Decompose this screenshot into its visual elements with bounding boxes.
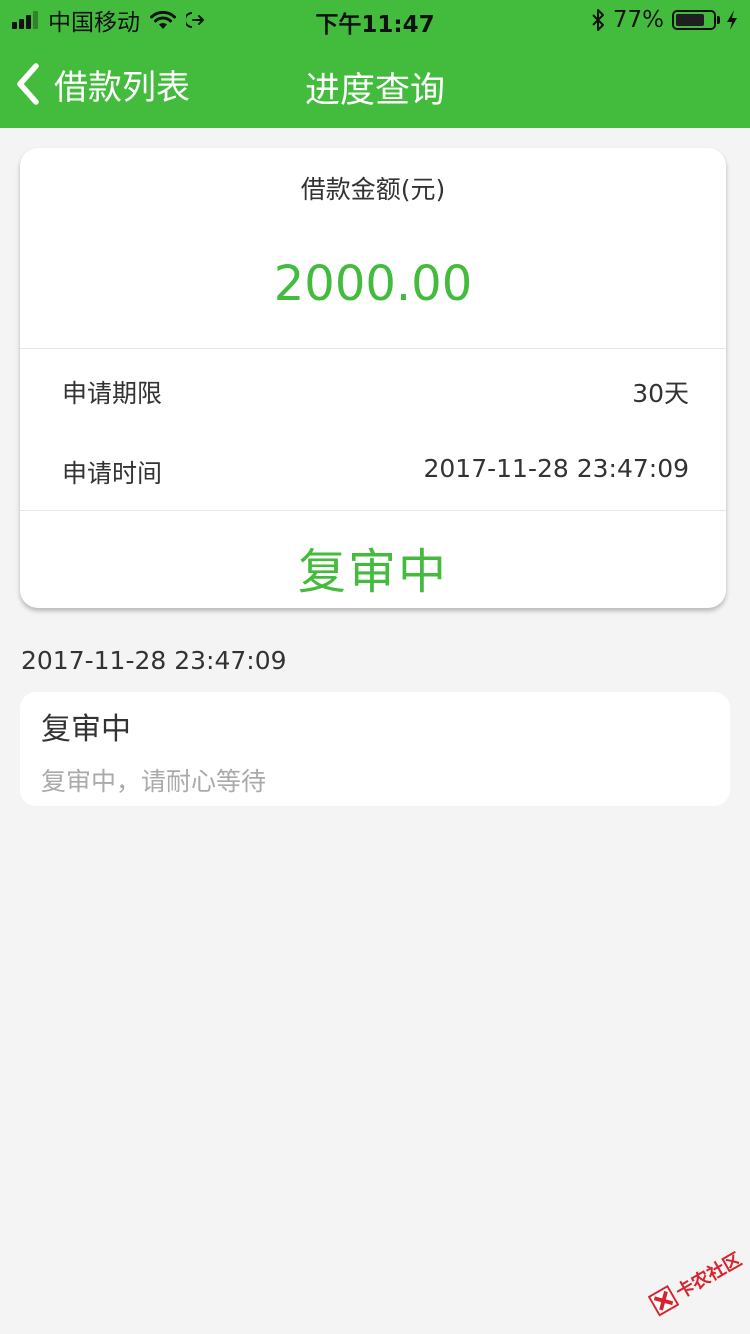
term-value: 30天 [632,379,689,408]
timeline-item: 复审中 复审中，请耐心等待 [20,692,730,806]
watermark-text: 卡农社区 [672,1249,746,1304]
page-title: 进度查询 [304,71,445,111]
review-status: 复审中 [297,544,448,600]
apply-time-row: 申请时间 2017-11-28 23:47:09 [62,454,689,494]
battery-level-fill [676,14,704,26]
divider [20,510,726,511]
apply-time-value: 2017-11-28 23:47:09 [423,454,689,483]
status-bar: 中国移动 下午11:47 77% [0,0,750,40]
status-bar-right: 77% [591,6,738,34]
timeline-description: 复审中，请耐心等待 [41,767,267,796]
charging-bolt-icon [727,10,737,30]
loan-progress-screen: 中国移动 下午11:47 77% 借款列表 进度查询 借款金额(元) 2000.… [0,0,750,1334]
term-label: 申请期限 [62,379,163,408]
timeline-time: 2017-11-28 23:47:09 [21,646,287,675]
bluetooth-icon [592,9,604,31]
watermark-logo: 卡农社区 [638,1231,750,1333]
divider [20,348,726,349]
battery-icon [672,10,716,30]
timeline-title: 复审中 [41,712,131,747]
amount-label: 借款金额(元) [300,175,446,204]
header: 中国移动 下午11:47 77% 借款列表 进度查询 [0,0,750,128]
amount-value: 2000.00 [273,256,473,312]
battery-percent: 77% [612,7,664,33]
loan-summary-card: 借款金额(元) 2000.00 申请期限 30天 申请时间 2017-11-28… [20,148,726,608]
nav-bar: 借款列表 进度查询 [0,40,750,128]
battery-tip [717,16,720,24]
apply-time-label: 申请时间 [62,459,163,488]
term-row: 申请期限 30天 [62,374,689,414]
